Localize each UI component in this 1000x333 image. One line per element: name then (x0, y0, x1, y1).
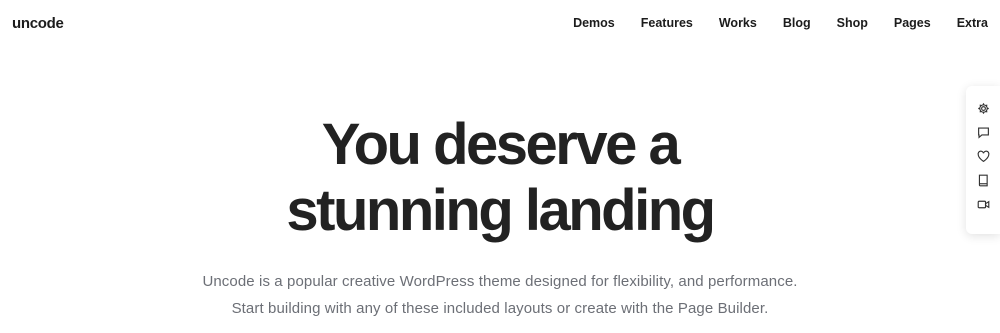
site-header: uncode Demos Features Works Blog Shop Pa… (0, 0, 1000, 46)
nav-item-shop[interactable]: Shop (837, 16, 868, 30)
video-icon[interactable] (975, 196, 991, 212)
hero-title: You deserve a stunning landing (0, 112, 1000, 244)
nav-item-works[interactable]: Works (719, 16, 757, 30)
heart-icon[interactable] (975, 148, 991, 164)
site-logo[interactable]: uncode (12, 15, 64, 32)
hero-title-line-1: You deserve a (321, 112, 681, 177)
nav-item-demos[interactable]: Demos (573, 16, 615, 30)
main-nav: Demos Features Works Blog Shop Pages Ext… (573, 16, 988, 30)
nav-item-features[interactable]: Features (641, 16, 693, 30)
book-icon[interactable] (975, 172, 991, 188)
side-tools-panel (966, 86, 1000, 234)
hero-subtitle: Uncode is a popular creative WordPress t… (0, 268, 1000, 322)
gear-icon[interactable] (975, 100, 991, 116)
nav-item-extra[interactable]: Extra (957, 16, 988, 30)
comment-icon[interactable] (975, 124, 991, 140)
nav-item-pages[interactable]: Pages (894, 16, 931, 30)
hero-section: You deserve a stunning landing Uncode is… (0, 112, 1000, 322)
hero-title-line-2: stunning landing (286, 178, 716, 243)
hero-subtitle-line-1: Uncode is a popular creative WordPress t… (202, 273, 798, 290)
hero-subtitle-line-2: Start building with any of these include… (231, 300, 769, 317)
nav-item-blog[interactable]: Blog (783, 16, 811, 30)
